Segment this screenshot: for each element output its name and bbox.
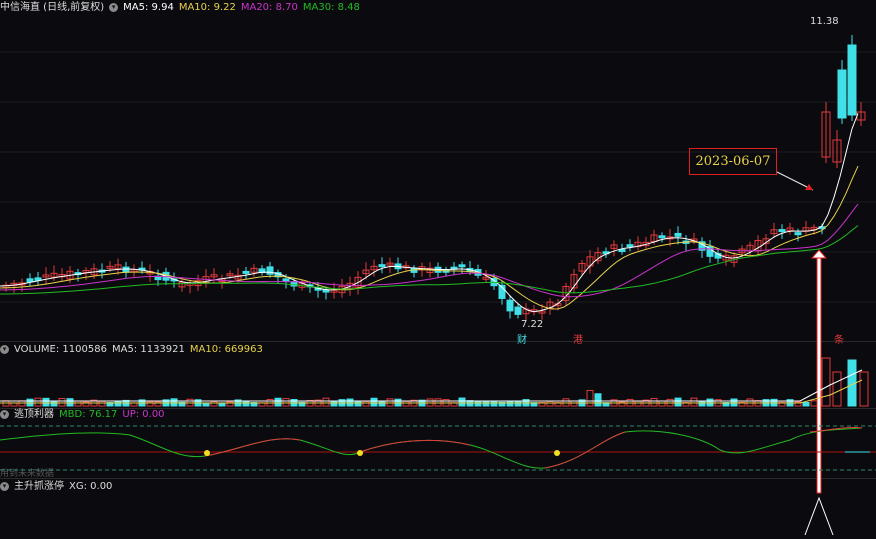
volume-bar: [354, 400, 362, 407]
signal-bar: [816, 254, 822, 494]
volume-bar: [810, 400, 818, 407]
volume-bar: [698, 401, 706, 407]
volume-bar: [210, 401, 218, 407]
volume-bar: [821, 357, 831, 407]
candle-body: [378, 264, 386, 268]
candle-body: [282, 278, 290, 282]
volume-bar: [634, 400, 642, 407]
event-tag-hk[interactable]: 港: [573, 331, 583, 346]
date-annotation: 2023-06-07: [689, 148, 777, 175]
candle-body: [322, 289, 330, 293]
volume-bar: [362, 400, 370, 407]
candle-body: [122, 266, 130, 273]
candle-body: [514, 306, 522, 315]
low-price-label: 7.22: [521, 319, 544, 330]
volume-bar: [274, 397, 282, 407]
volume-bar: [282, 398, 290, 407]
ma10-line: [0, 165, 859, 310]
volume-bar: [34, 397, 42, 407]
oscillator-line: [0, 427, 863, 469]
event-tag-finance[interactable]: 财: [517, 331, 527, 346]
volume-bar: [330, 401, 338, 407]
ma5-line: [0, 113, 859, 313]
volume-bar: [594, 393, 602, 407]
candle-body: [837, 69, 847, 119]
signal-dot-icon: [554, 450, 560, 456]
volume-bar: [859, 371, 869, 407]
signal-arrow-icon: [810, 249, 828, 259]
candle-body: [506, 299, 514, 312]
volume-bar: [154, 401, 162, 407]
candle-body: [794, 232, 802, 236]
volume-bar: [58, 397, 66, 407]
candle-body: [658, 235, 666, 239]
volume-bar: [482, 400, 490, 407]
volume-bar: [832, 371, 842, 407]
volume-bar: [658, 400, 666, 407]
volume-bar: [98, 400, 106, 407]
volume-bar: [674, 397, 682, 407]
event-tag-limit[interactable]: 条: [834, 331, 844, 346]
volume-bar: [114, 400, 122, 407]
volume-bar: [690, 397, 698, 407]
volume-bar: [802, 401, 810, 407]
candle-body: [266, 266, 274, 275]
volume-bar: [50, 400, 58, 407]
volume-bar: [586, 389, 594, 407]
volume-bar: [322, 397, 330, 407]
signal-dot-icon: [204, 450, 210, 456]
volume-bar: [42, 397, 50, 407]
volume-bar: [370, 397, 378, 407]
volume-bar: [386, 398, 394, 407]
volume-bar: [402, 400, 410, 407]
candle-body: [778, 229, 786, 233]
volume-bar: [378, 400, 386, 407]
volume-bar: [514, 400, 522, 407]
candle-body: [26, 278, 34, 283]
volume-bar: [650, 397, 658, 407]
high-price-label: 11.38: [810, 16, 839, 27]
stock-chart-window: { "header": { "title": "中信海直 (日线,前复权)", …: [0, 0, 876, 539]
volume-bar: [434, 398, 442, 407]
volume-bar: [562, 398, 570, 407]
volume-bar: [146, 401, 154, 407]
volume-bar: [226, 401, 234, 407]
volume-bar: [474, 400, 482, 407]
volume-bar: [242, 401, 250, 407]
volume-bar: [74, 400, 82, 407]
volume-bar: [426, 398, 434, 407]
ma20-line: [0, 203, 859, 298]
volume-bar: [458, 397, 466, 407]
candle-body: [626, 244, 634, 248]
volume-bar: [506, 401, 514, 407]
volume-bar: [66, 398, 74, 407]
candle-body: [674, 232, 682, 237]
candle-body: [458, 264, 466, 268]
spike-signal: [804, 496, 834, 536]
volume-bar: [490, 401, 498, 407]
volume-ma5-line: [0, 369, 863, 402]
volume-bar: [170, 398, 178, 407]
candlestick-chart[interactable]: [0, 0, 876, 539]
candle-body: [847, 44, 857, 116]
candle-body: [242, 270, 250, 274]
volume-bar: [746, 398, 754, 407]
signal-dot-icon: [357, 450, 363, 456]
volume-bar: [546, 400, 554, 407]
